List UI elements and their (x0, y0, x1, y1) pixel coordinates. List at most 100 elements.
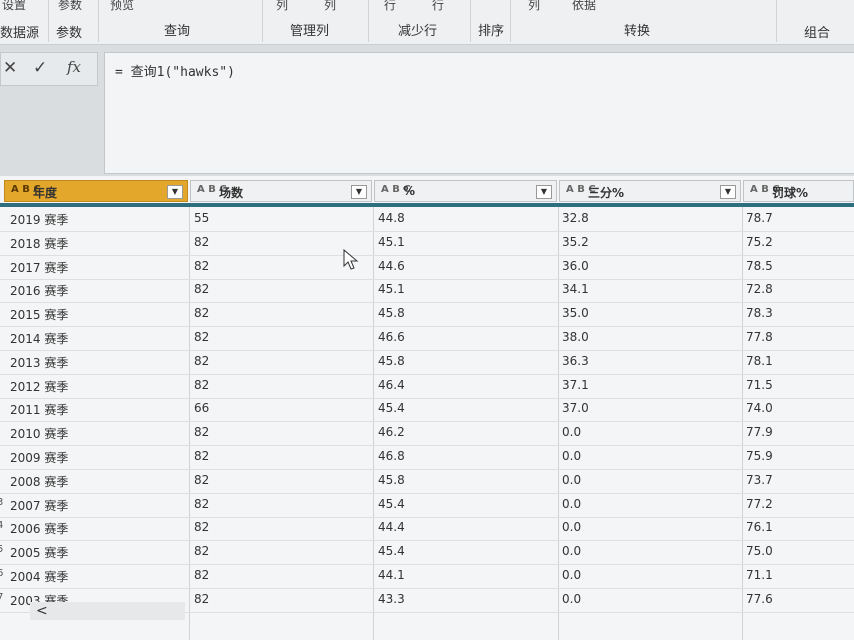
horizontal-scrollbar[interactable] (30, 602, 185, 620)
table-cell[interactable]: 2009 赛季 (10, 449, 68, 466)
table-cell[interactable]: 34.1 (562, 282, 589, 296)
table-cell[interactable]: 2018 赛季 (10, 235, 68, 252)
table-cell[interactable]: 82 (194, 235, 209, 249)
table-cell[interactable]: 82 (194, 259, 209, 273)
table-cell[interactable]: 78.1 (746, 354, 773, 368)
table-row[interactable]: 2008 赛季 82 45.8 0.0 73.7 (0, 469, 854, 494)
group-datasource[interactable]: 数据源 (0, 22, 39, 41)
table-row[interactable]: 2016 赛季 82 45.1 34.1 72.8 (0, 278, 854, 304)
table-cell[interactable]: 77.9 (746, 425, 773, 439)
table-cell[interactable]: 72.8 (746, 282, 773, 296)
cancel-icon[interactable]: ✕ (3, 58, 17, 78)
table-row[interactable]: 2009 赛季 82 46.8 0.0 75.9 (0, 445, 854, 470)
table-cell[interactable]: 0.0 (562, 473, 581, 487)
table-row[interactable]: 2014 赛季 82 46.6 38.0 77.8 (0, 326, 854, 351)
table-cell[interactable]: 74.0 (746, 401, 773, 415)
fx-icon[interactable]: fx (67, 58, 81, 76)
column-header-3pt-pct[interactable]: A B C 三分% ▼ (559, 180, 741, 202)
table-cell[interactable]: 35.2 (562, 235, 589, 249)
table-cell[interactable]: 82 (194, 520, 209, 534)
table-cell[interactable]: 46.8 (378, 449, 405, 463)
table-cell[interactable]: 75.9 (746, 449, 773, 463)
table-row[interactable]: 2010 赛季 82 46.2 0.0 77.9 (0, 421, 854, 447)
table-cell[interactable]: 2010 赛季 (10, 425, 68, 442)
table-cell[interactable]: 82 (194, 544, 209, 558)
table-cell[interactable]: 66 (194, 401, 209, 415)
table-cell[interactable]: 78.7 (746, 211, 773, 225)
table-cell[interactable]: 37.0 (562, 401, 589, 415)
table-cell[interactable]: 82 (194, 330, 209, 344)
group-reduce-rows[interactable]: 减少行 (398, 20, 437, 39)
table-cell[interactable]: 45.8 (378, 354, 405, 368)
table-cell[interactable]: 44.1 (378, 568, 405, 582)
column-header-fg-pct[interactable]: A B C % ▼ (374, 180, 557, 202)
group-combine[interactable]: 组合 (804, 22, 830, 41)
table-row[interactable]: 2011 赛季 66 45.4 37.0 74.0 (0, 397, 854, 423)
table-cell[interactable]: 77.6 (746, 592, 773, 606)
table-cell[interactable]: 2014 赛季 (10, 330, 68, 347)
table-cell[interactable]: 35.0 (562, 306, 589, 320)
table-cell[interactable]: 76.1 (746, 520, 773, 534)
filter-dropdown-icon[interactable]: ▼ (536, 185, 552, 199)
group-manage-columns[interactable]: 管理列 (290, 20, 329, 39)
table-cell[interactable]: 82 (194, 497, 209, 511)
table-cell[interactable]: 0.0 (562, 449, 581, 463)
table-cell[interactable]: 45.1 (378, 282, 405, 296)
column-header-games[interactable]: A B C 场数 ▼ (190, 180, 372, 202)
table-cell[interactable]: 0.0 (562, 425, 581, 439)
table-cell[interactable]: 55 (194, 211, 209, 225)
formula-text[interactable]: = 查询1("hawks") (115, 61, 235, 80)
table-cell[interactable]: 0.0 (562, 568, 581, 582)
table-cell[interactable]: 45.4 (378, 401, 405, 415)
table-cell[interactable]: 46.2 (378, 425, 405, 439)
table-cell[interactable]: 2006 赛季 (10, 520, 68, 537)
table-cell[interactable]: 2015 赛季 (10, 306, 68, 323)
table-row[interactable]: 2018 赛季 82 45.1 35.2 75.2 (0, 231, 854, 256)
table-cell[interactable]: 2013 赛季 (10, 354, 68, 371)
table-cell[interactable]: 45.8 (378, 473, 405, 487)
table-cell[interactable]: 82 (194, 568, 209, 582)
table-cell[interactable]: 0.0 (562, 520, 581, 534)
table-cell[interactable]: 45.1 (378, 235, 405, 249)
table-cell[interactable]: 46.4 (378, 378, 405, 392)
table-cell[interactable]: 44.4 (378, 520, 405, 534)
table-cell[interactable]: 45.4 (378, 544, 405, 558)
table-cell[interactable]: 2017 赛季 (10, 259, 68, 276)
table-cell[interactable]: 73.7 (746, 473, 773, 487)
table-cell[interactable]: 46.6 (378, 330, 405, 344)
table-cell[interactable]: 45.8 (378, 306, 405, 320)
column-header-ft-pct[interactable]: A B C 罚球% (743, 180, 854, 202)
table-cell[interactable]: 82 (194, 425, 209, 439)
table-cell[interactable]: 78.5 (746, 259, 773, 273)
table-cell[interactable]: 77.2 (746, 497, 773, 511)
table-cell[interactable]: 44.6 (378, 259, 405, 273)
table-cell[interactable]: 2019 赛季 (10, 211, 68, 228)
table-cell[interactable]: 75.2 (746, 235, 773, 249)
column-header-year[interactable]: A B C 年度 ▼ (4, 180, 188, 202)
table-cell[interactable]: 71.5 (746, 378, 773, 392)
group-query[interactable]: 查询 (164, 20, 190, 39)
filter-dropdown-icon[interactable]: ▼ (351, 185, 367, 199)
table-cell[interactable]: 0.0 (562, 592, 581, 606)
filter-dropdown-icon[interactable]: ▼ (167, 185, 183, 199)
table-cell[interactable]: 2007 赛季 (10, 497, 68, 514)
table-cell[interactable]: 36.3 (562, 354, 589, 368)
table-cell[interactable]: 75.0 (746, 544, 773, 558)
table-cell[interactable]: 82 (194, 306, 209, 320)
table-cell[interactable]: 82 (194, 354, 209, 368)
table-cell[interactable]: 82 (194, 282, 209, 296)
table-cell[interactable]: 32.8 (562, 211, 589, 225)
formula-input[interactable]: = 查询1("hawks") (104, 52, 854, 174)
table-cell[interactable]: 2012 赛季 (10, 378, 68, 395)
table-cell[interactable]: 2004 赛季 (10, 568, 68, 585)
table-cell[interactable]: 0.0 (562, 544, 581, 558)
table-row[interactable]: 2019 赛季 55 44.8 32.8 78.7 (0, 207, 854, 232)
table-cell[interactable]: 37.1 (562, 378, 589, 392)
group-transform[interactable]: 转换 (624, 20, 650, 39)
table-cell[interactable]: 44.8 (378, 211, 405, 225)
table-cell[interactable]: 38.0 (562, 330, 589, 344)
confirm-icon[interactable]: ✓ (33, 58, 47, 78)
table-cell[interactable]: 82 (194, 378, 209, 392)
table-row[interactable]: 2012 赛季 82 46.4 37.1 71.5 (0, 374, 854, 399)
table-cell[interactable]: 36.0 (562, 259, 589, 273)
